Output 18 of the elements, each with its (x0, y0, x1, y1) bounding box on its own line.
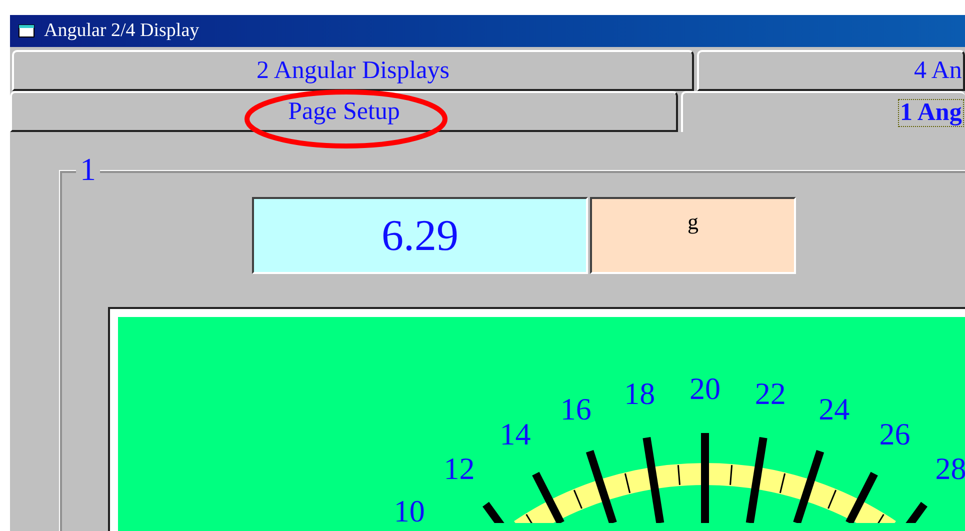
tab[interactable]: Page Setup (10, 91, 678, 132)
value-readout: 6.29 (252, 197, 588, 274)
tab[interactable]: 4 An (697, 50, 965, 91)
dial-label: 28 (935, 450, 965, 486)
window-icon (18, 23, 36, 39)
dial-label: 12 (444, 450, 475, 486)
dial-label: 16 (560, 391, 592, 426)
dial-label: 18 (624, 376, 656, 412)
dial-label: 20 (690, 371, 720, 406)
dial-label: 24 (818, 391, 850, 426)
dial-label: 22 (754, 376, 786, 412)
window-title: Angular 2/4 Display (44, 18, 200, 43)
unit-readout: g (590, 197, 796, 274)
dial-label: 10 (394, 493, 425, 523)
tab[interactable]: 1 Ang (681, 91, 965, 132)
tab[interactable]: 2 Angular Displays (12, 50, 694, 91)
dial-label: 26 (879, 416, 910, 452)
dial-label: 14 (500, 416, 531, 452)
